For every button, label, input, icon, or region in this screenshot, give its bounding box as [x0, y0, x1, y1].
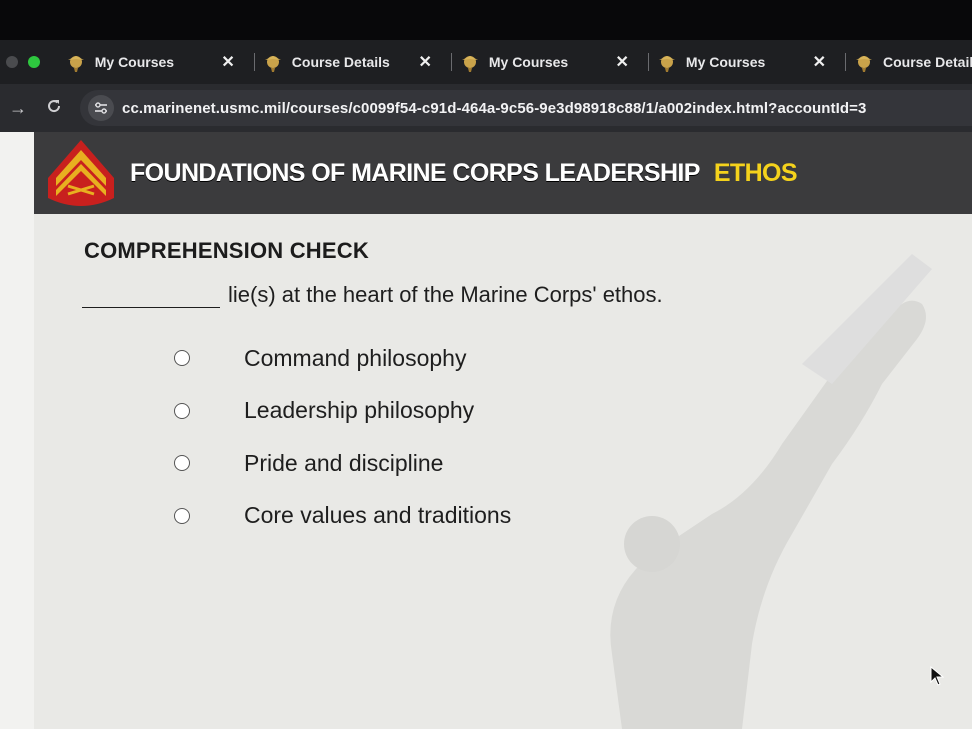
browser-tab[interactable]: My Courses ✕	[452, 40, 649, 84]
tab-close-button[interactable]: ✕	[221, 52, 234, 72]
usmc-emblem-icon	[67, 56, 84, 72]
corporal-chevron-emblem-icon	[48, 140, 114, 206]
usmc-emblem-icon	[658, 56, 675, 72]
site-settings-icon[interactable]	[88, 95, 114, 121]
answer-option-label[interactable]: Pride and discipline	[244, 450, 443, 477]
tab-close-button[interactable]: ✕	[418, 52, 431, 72]
browser-tab[interactable]: My Courses ✕	[58, 40, 255, 84]
answer-option[interactable]: Command philosophy	[174, 332, 511, 385]
tab-title: Course Details	[291, 54, 390, 70]
page-left-margin	[0, 132, 34, 729]
url-text: cc.marinenet.usmc.mil/courses/c0099f54-c…	[122, 99, 867, 117]
question-text-row: lie(s) at the heart of the Marine Corps'…	[82, 282, 663, 308]
answer-option[interactable]: Core values and traditions	[174, 490, 511, 543]
mouse-pointer-icon	[930, 666, 944, 686]
radio-button[interactable]	[174, 455, 190, 472]
course-section-tag: ETHOS	[713, 158, 798, 187]
answer-option-label[interactable]: Command philosophy	[244, 345, 466, 372]
quiz-content: COMPREHENSION CHECK lie(s) at the heart …	[34, 214, 972, 729]
answer-option-label[interactable]: Core values and traditions	[244, 502, 511, 529]
answer-option-label[interactable]: Leadership philosophy	[244, 397, 474, 424]
browser-tab-bar: My Courses ✕ Course Details ✕ My Courses…	[0, 40, 972, 84]
maximize-window-button[interactable]	[28, 56, 40, 68]
browser-tab[interactable]: Course Details	[846, 40, 972, 84]
course-banner: FOUNDATIONS OF MARINE CORPS LEADERSHIP E…	[34, 132, 972, 214]
forward-arrow-icon[interactable]: →	[0, 98, 36, 119]
radio-button[interactable]	[174, 507, 190, 524]
tab-title: My Courses	[94, 54, 175, 70]
tab-title: My Courses	[488, 54, 569, 70]
question-text: lie(s) at the heart of the Marine Corps'…	[228, 282, 663, 307]
answer-blank	[82, 287, 220, 308]
browser-tab[interactable]: My Courses ✕	[649, 40, 846, 84]
tab-title: Course Details	[882, 54, 972, 70]
window-controls	[0, 56, 58, 68]
quiz-heading: COMPREHENSION CHECK	[84, 238, 369, 263]
radio-button[interactable]	[174, 350, 190, 367]
answer-options: Command philosophy Leadership philosophy…	[174, 332, 511, 542]
course-page: FOUNDATIONS OF MARINE CORPS LEADERSHIP E…	[0, 132, 972, 729]
usmc-emblem-icon	[264, 56, 281, 72]
usmc-emblem-icon	[855, 56, 872, 72]
tab-title: My Courses	[685, 54, 766, 70]
tab-close-button[interactable]: ✕	[813, 52, 826, 72]
answer-option[interactable]: Leadership philosophy	[174, 385, 511, 438]
reload-glyph	[48, 99, 61, 112]
url-field[interactable]: cc.marinenet.usmc.mil/courses/c0099f54-c…	[80, 90, 972, 126]
usmc-emblem-icon	[461, 56, 478, 72]
screen-bezel	[0, 0, 972, 40]
radio-button[interactable]	[174, 402, 190, 419]
browser-address-bar: → cc.marinenet.usmc.mil/courses/c0099f54…	[0, 84, 972, 132]
reload-icon[interactable]	[36, 98, 72, 119]
close-window-button[interactable]	[6, 56, 18, 68]
answer-option[interactable]: Pride and discipline	[174, 437, 511, 490]
browser-tab[interactable]: Course Details ✕	[255, 40, 452, 84]
course-title: FOUNDATIONS OF MARINE CORPS LEADERSHIP	[130, 158, 700, 187]
tab-close-button[interactable]: ✕	[616, 52, 629, 72]
